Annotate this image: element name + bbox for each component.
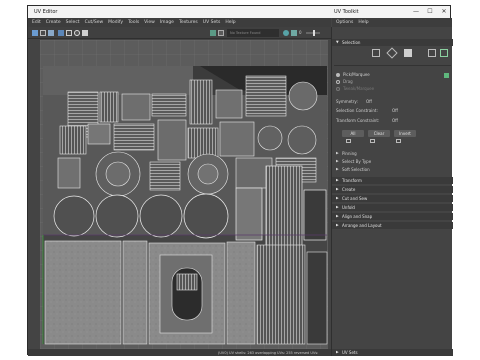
menu-help[interactable]: Help xyxy=(225,20,235,25)
menu-modify[interactable]: Modify xyxy=(108,20,123,25)
uv-viewport[interactable] xyxy=(40,40,328,349)
exposure-icon[interactable] xyxy=(283,30,289,36)
close-button[interactable]: ✕ xyxy=(440,8,448,16)
section-pinning[interactable]: ▶ Pinning xyxy=(332,150,453,157)
menu-uv-sets[interactable]: UV Sets xyxy=(203,20,221,25)
title-bar: UV Editor UV Toolkit — ☐ ✕ xyxy=(28,6,450,18)
select-all-button[interactable]: All xyxy=(342,130,364,137)
section-selection[interactable]: ▼ Selection xyxy=(332,39,453,46)
menu-image[interactable]: Image xyxy=(160,20,174,25)
uv-shells-lower xyxy=(44,240,328,345)
gamma-icon[interactable] xyxy=(291,30,297,36)
section-label: Soft Selection xyxy=(342,167,370,172)
snapshot-icon[interactable] xyxy=(82,30,88,36)
expand-arrow-icon: ▶ xyxy=(336,159,339,163)
minimize-button[interactable]: — xyxy=(412,8,420,16)
section-label: Cut and Sew xyxy=(342,196,368,201)
menu-view[interactable]: View xyxy=(144,20,155,25)
select-border-icon[interactable] xyxy=(396,139,401,143)
texture-menu-icon[interactable] xyxy=(218,30,224,36)
section-label: Align and Snap xyxy=(342,214,373,219)
symmetry-dropdown[interactable]: Off xyxy=(366,98,386,105)
toolkit-menu-help[interactable]: Help xyxy=(358,20,368,25)
expand-arrow-icon: ▶ xyxy=(336,350,339,354)
uv-toolbar: No Texture Found 0 xyxy=(28,27,331,39)
uv-editor-window: UV Editor UV Toolkit — ☐ ✕ Edit Create S… xyxy=(27,5,453,356)
menu-tools[interactable]: Tools xyxy=(128,20,139,25)
shaded-icon[interactable] xyxy=(58,30,64,36)
section-label: Create xyxy=(342,187,356,192)
status-text: (UV0) UV shells: 263 overlapping UVs: 25… xyxy=(218,350,319,355)
drag-label: Drag xyxy=(343,79,353,84)
clear-selection-button[interactable]: Clear xyxy=(368,130,390,137)
shell-select-icon[interactable] xyxy=(428,49,436,57)
grow-selection-icon[interactable] xyxy=(346,139,351,143)
toolkit-title: UV Toolkit xyxy=(334,9,359,15)
edge-select-icon[interactable] xyxy=(386,47,398,59)
tweak-marquee-label: Tweak/Marquee xyxy=(343,86,375,91)
expand-arrow-icon: ▶ xyxy=(336,167,339,171)
section-label: Arrange and Layout xyxy=(342,223,382,228)
menu-create[interactable]: Create xyxy=(46,20,61,25)
expand-arrow-icon: ▶ xyxy=(336,214,339,218)
maximize-button[interactable]: ☐ xyxy=(426,8,434,16)
exposure-value: 0 xyxy=(299,30,302,35)
expand-arrow-icon: ▶ xyxy=(336,151,339,155)
section-transform[interactable]: ▶ Transform xyxy=(332,177,453,184)
section-uv-sets[interactable]: ▶ UV Sets xyxy=(332,349,453,356)
window-title: UV Editor xyxy=(34,9,58,15)
image-icon[interactable] xyxy=(40,30,46,36)
expand-arrow-icon: ▶ xyxy=(336,196,339,200)
section-label: Select By Type xyxy=(342,159,372,164)
expand-arrow-icon: ▶ xyxy=(336,205,339,209)
section-create[interactable]: ▶ Create xyxy=(332,186,453,193)
side-strip xyxy=(28,40,40,349)
divider xyxy=(334,65,451,66)
section-label: UV Sets xyxy=(342,350,358,355)
status-bar: (UV0) UV shells: 263 overlapping UVs: 25… xyxy=(28,349,331,356)
section-arrange-and-layout[interactable]: ▶ Arrange and Layout xyxy=(332,222,453,229)
uv-toolkit-panel: ▼ Selection Pick/Marquee Drag Tweak/Marq… xyxy=(331,27,453,356)
grid-icon[interactable] xyxy=(32,30,38,36)
transform-constraint-dropdown[interactable]: Off xyxy=(392,117,412,124)
section-soft-selection[interactable]: ▶ Soft Selection xyxy=(332,166,453,173)
shrink-selection-icon[interactable] xyxy=(370,139,375,143)
frame-icon[interactable] xyxy=(66,30,72,36)
uv-editor-menubar: Edit Create Select Cut/Sew Modify Tools … xyxy=(28,18,331,27)
menu-edit[interactable]: Edit xyxy=(32,20,41,25)
tool-settings-icon[interactable] xyxy=(444,73,449,78)
toolkit-menu-options[interactable]: Options xyxy=(336,20,353,25)
section-label: Pinning xyxy=(342,151,357,156)
section-label: Transform xyxy=(342,178,362,183)
expand-arrow-icon: ▶ xyxy=(336,223,339,227)
invert-selection-button[interactable]: Invert xyxy=(394,130,416,137)
selection-constraint-dropdown[interactable]: Off xyxy=(392,107,412,114)
section-select-by-type[interactable]: ▶ Select By Type xyxy=(332,158,453,165)
exposure-slider-handle[interactable] xyxy=(313,30,315,36)
menu-select[interactable]: Select xyxy=(66,20,80,25)
collapse-arrow-icon: ▼ xyxy=(336,40,339,44)
face-select-icon[interactable] xyxy=(404,49,412,57)
expand-arrow-icon: ▶ xyxy=(336,187,339,191)
section-align-and-snap[interactable]: ▶ Align and Snap xyxy=(332,213,453,220)
section-selection-label: Selection xyxy=(342,40,361,45)
vertex-select-icon[interactable] xyxy=(372,49,380,57)
pick-marquee-label: Pick/Marquee xyxy=(343,72,370,77)
checker-icon[interactable] xyxy=(48,30,54,36)
uv-shell-icon[interactable] xyxy=(440,49,448,57)
section-cut-and-sew[interactable]: ▶ Cut and Sew xyxy=(332,195,453,202)
camera-icon[interactable] xyxy=(74,30,80,36)
menu-cut-sew[interactable]: Cut/Sew xyxy=(85,20,104,25)
expand-arrow-icon: ▶ xyxy=(336,178,339,182)
display-icon[interactable] xyxy=(210,30,216,36)
menu-textures[interactable]: Textures xyxy=(179,20,198,25)
toolkit-menubar: Options Help xyxy=(332,18,452,27)
section-label: Unfold xyxy=(342,205,355,210)
symmetry-label: Symmetry: xyxy=(336,99,358,104)
section-unfold[interactable]: ▶ Unfold xyxy=(332,204,453,211)
texture-field[interactable]: No Texture Found xyxy=(227,29,279,37)
